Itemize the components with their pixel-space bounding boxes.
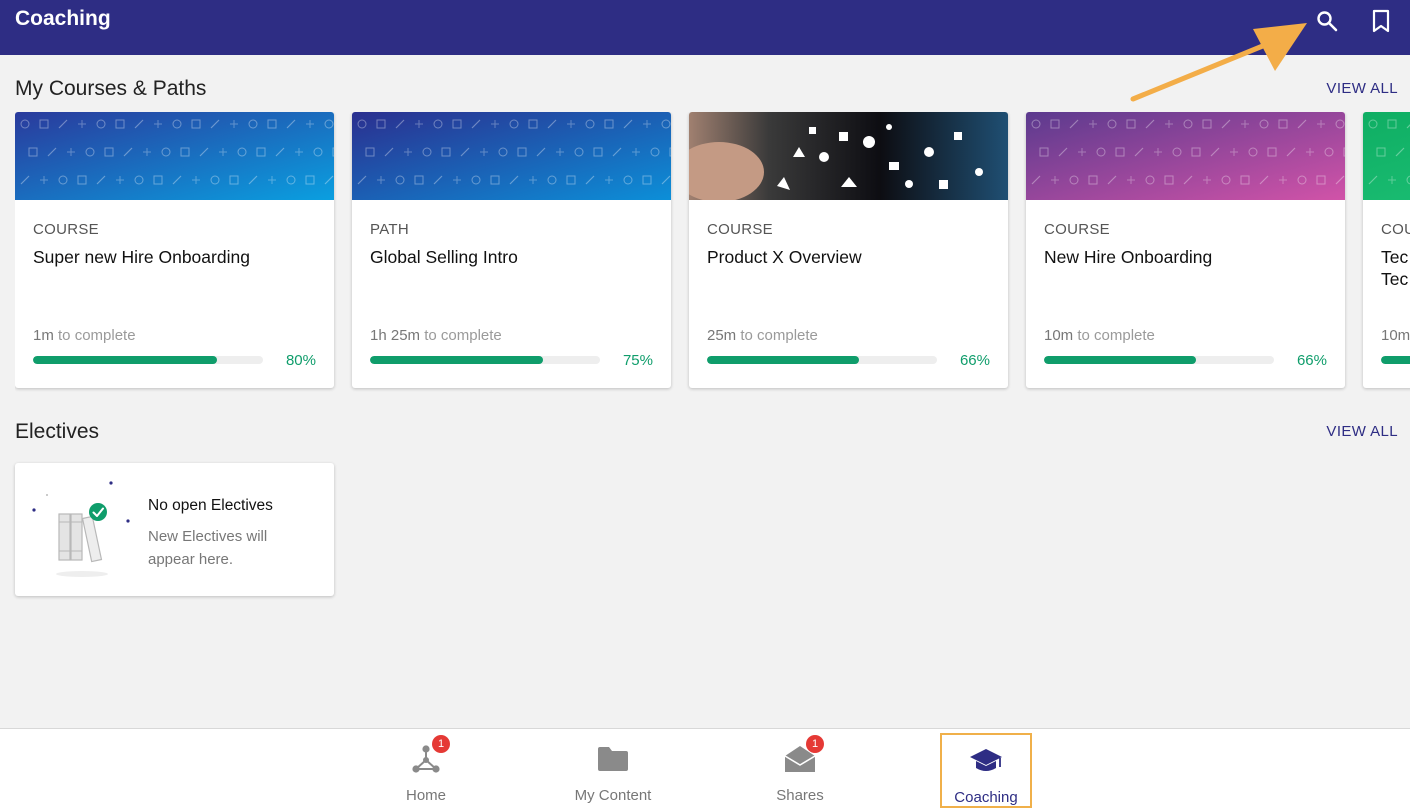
courses-carousel[interactable]: COURSE Super new Hire Onboarding 1m to com… [15, 112, 1410, 392]
bottom-navigation: 1 Home My Content 1 Shares Coaching [0, 728, 1410, 808]
electives-section-title: Electives [15, 420, 100, 443]
course-card[interactable]: COURSE New Hire Onboarding 10m to complete… [1026, 112, 1345, 388]
course-progress-percent: 80% [285, 352, 316, 369]
nav-my-content[interactable]: My Content [567, 733, 659, 807]
course-duration: 25m to complete [707, 327, 818, 344]
app-bar: Coaching [0, 0, 1410, 55]
page-title: Coaching [15, 7, 111, 30]
course-card[interactable]: PATH Global Selling Intro 1h 25m to comple… [352, 112, 671, 388]
electives-view-all-link[interactable]: VIEW ALL [1326, 423, 1398, 440]
course-title: Super new Hire Onboarding [33, 247, 250, 267]
course-progress-percent: 66% [959, 352, 990, 369]
nav-coaching-label: Coaching [954, 789, 1018, 806]
course-duration-value: 1h 25m [370, 327, 421, 344]
course-card[interactable]: COURSE Product X Overview 25m to complete 6… [689, 112, 1008, 388]
course-type-label: COURSE [1044, 221, 1110, 238]
course-banner-image [1026, 112, 1345, 200]
course-progress-percent: 75% [622, 352, 653, 369]
books-checkmark-icon [32, 481, 130, 577]
bookmark-button[interactable] [1366, 6, 1396, 36]
course-progress-fill [1044, 356, 1196, 364]
nav-coaching[interactable]: Coaching [940, 733, 1032, 808]
courses-view-all-link[interactable]: VIEW ALL [1326, 80, 1398, 97]
course-duration-suffix: to complete [736, 327, 818, 344]
course-type-label: COU [1381, 221, 1410, 238]
course-duration: 1h 25m to complete [370, 327, 502, 344]
course-progress-bar [33, 356, 263, 364]
course-progress-fill [707, 356, 859, 364]
course-type-label: COURSE [33, 221, 99, 238]
course-duration-value: 25m [707, 327, 737, 344]
course-duration-value: 10m [1381, 327, 1410, 344]
nav-shares-label: Shares [776, 787, 824, 804]
course-title: New Hire Onboarding [1044, 247, 1213, 267]
nav-shares[interactable]: 1 Shares [754, 733, 846, 807]
course-title: Global Selling Intro [370, 247, 518, 267]
courses-section-title: My Courses & Paths [15, 77, 207, 100]
course-duration: 1m to complete [33, 327, 136, 344]
course-title: Product X Overview [707, 247, 862, 267]
electives-empty-state: No open Electives New Electives will app… [15, 463, 334, 596]
home-badge: 1 [432, 735, 450, 753]
nav-home[interactable]: 1 Home [380, 733, 472, 807]
nav-home-label: Home [405, 787, 446, 804]
folder-icon [598, 747, 628, 771]
course-duration-value: 1m [33, 327, 54, 344]
empty-state-title: No open Electives [148, 497, 273, 514]
course-banner-image [1363, 112, 1410, 200]
course-progress-bar [370, 356, 600, 364]
course-duration: 10m to complete [1044, 327, 1155, 344]
shares-badge: 1 [806, 735, 824, 753]
course-progress-fill [33, 356, 217, 364]
course-duration: 10m [1381, 327, 1410, 344]
course-progress-bar [707, 356, 937, 364]
course-progress-percent: 66% [1296, 352, 1327, 369]
graduation-cap-icon [970, 749, 1002, 771]
nav-my-content-label: My Content [574, 787, 652, 804]
course-card[interactable]: COU Tec Tec 10m [1363, 112, 1410, 388]
empty-state-subtitle: New Electives will appear here. [148, 528, 268, 568]
course-progress-bar [1044, 356, 1274, 364]
course-card[interactable]: COURSE Super new Hire Onboarding 1m to com… [15, 112, 334, 388]
course-banner-image [352, 112, 671, 200]
course-duration-suffix: to complete [53, 327, 136, 344]
course-duration-value: 10m [1044, 327, 1074, 344]
course-duration-suffix: to complete [1073, 327, 1155, 344]
course-banner-image [15, 112, 334, 200]
course-duration-suffix: to complete [420, 327, 502, 344]
course-type-label: PATH [370, 221, 409, 238]
course-banner-image [689, 112, 1008, 200]
course-type-label: COURSE [707, 221, 773, 238]
bookmark-icon [1372, 9, 1390, 33]
course-title: Tec Tec [1381, 247, 1409, 289]
course-progress-bar [1381, 356, 1410, 364]
course-progress-fill [1381, 356, 1410, 364]
course-progress-fill [370, 356, 543, 364]
search-button[interactable] [1312, 6, 1342, 36]
search-icon [1317, 11, 1338, 32]
